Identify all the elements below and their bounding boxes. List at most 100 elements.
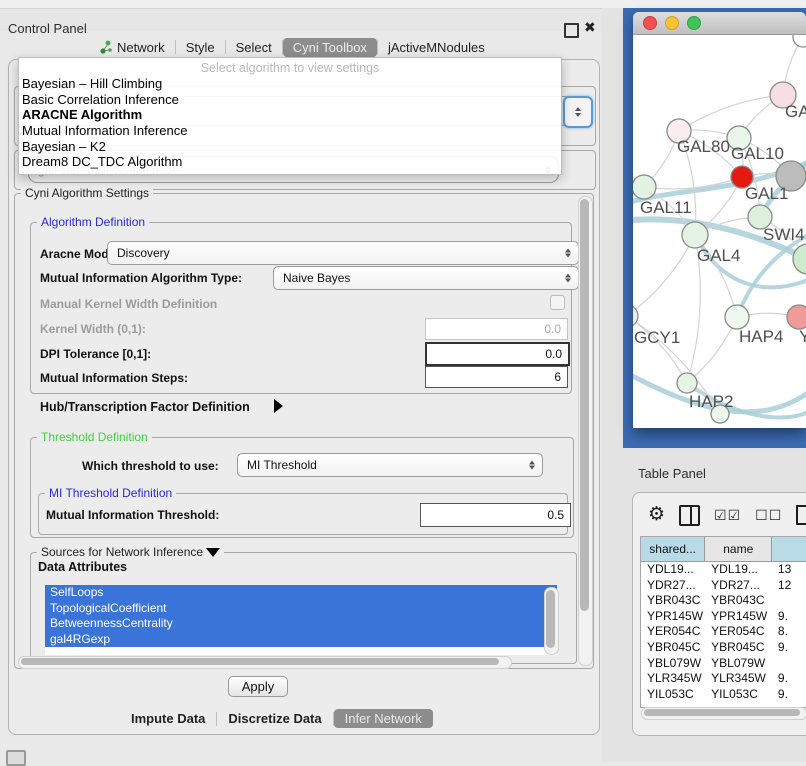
- gear-icon[interactable]: ⚙: [648, 505, 665, 525]
- close-icon[interactable]: ✖: [584, 19, 596, 36]
- dropdown-item[interactable]: Basic Correlation Inference: [19, 92, 561, 108]
- table-row[interactable]: YDL19...YDL19...13: [641, 562, 806, 578]
- tab-cyni-toolbox[interactable]: Cyni Toolbox: [283, 38, 377, 57]
- network-icon: [100, 40, 112, 54]
- table-row[interactable]: YPR145WYPR145W9.: [641, 609, 806, 625]
- table-cell: YIL053C: [641, 687, 705, 703]
- table-cell: YIL053C: [705, 687, 772, 703]
- table-cell: 8.: [772, 624, 806, 640]
- node-label: GCY1: [634, 328, 680, 347]
- settings-vertical-scrollbar[interactable]: [578, 196, 593, 666]
- expand-right-icon[interactable]: [274, 399, 283, 413]
- mi-threshold-field[interactable]: 0.5: [420, 503, 571, 527]
- apply-button[interactable]: Apply: [228, 676, 288, 697]
- network-window-titlebar[interactable]: [633, 12, 806, 35]
- table-cell: YBR045C: [705, 640, 772, 656]
- data-attributes-list[interactable]: SelfLoopsTopologicalCoefficientBetweenne…: [45, 585, 557, 655]
- select-all-checkboxes-icon[interactable]: ☑☑: [714, 507, 741, 524]
- table-cell: YDL19...: [641, 562, 705, 578]
- algorithm-definition-legend: Algorithm Definition: [37, 215, 149, 229]
- tab-select[interactable]: Select: [226, 38, 282, 57]
- deselect-all-checkboxes-icon[interactable]: ☐☐: [755, 507, 782, 524]
- minimize-traffic-icon[interactable]: [665, 16, 679, 30]
- bottom-tab-discretize-data[interactable]: Discretize Data: [217, 709, 332, 728]
- column-header[interactable]: shared...: [641, 537, 705, 561]
- manual-kernel-label: Manual Kernel Width Definition: [40, 297, 217, 311]
- column-header[interactable]: [772, 537, 806, 561]
- attribute-list-item[interactable]: TopologicalCoefficient: [45, 601, 557, 617]
- mi-steps-field[interactable]: 6: [425, 366, 568, 388]
- dpi-tolerance-value: 0.0: [545, 347, 562, 361]
- dropdown-item[interactable]: Mutual Information Inference: [19, 123, 561, 139]
- bottom-tab-infer-network[interactable]: Infer Network: [334, 709, 433, 728]
- network-node-hap2[interactable]: [677, 373, 697, 393]
- table-panel-toolbar: ⚙ ☑☑ ☐☐: [648, 503, 806, 527]
- bottom-tab-impute-data[interactable]: Impute Data: [120, 709, 216, 728]
- list-vertical-scrollbar[interactable]: [544, 587, 559, 655]
- network-edge[interactable]: [679, 95, 783, 131]
- new-table-icon[interactable]: [796, 505, 806, 525]
- float-panel-icon[interactable]: [564, 23, 579, 38]
- network-node[interactable]: [793, 35, 806, 47]
- node-table[interactable]: shared...name YDL19...YDL19...13YDR27...…: [640, 536, 806, 708]
- network-node-gal11[interactable]: [633, 175, 656, 199]
- mi-threshold-legend: MI Threshold Definition: [45, 486, 176, 500]
- network-view-window[interactable]: GALGAL80GAL10GAL1GAL11SWI4GAL4GCY1HAP4YH…: [633, 12, 806, 428]
- table-row[interactable]: YIL053CYIL053C9.: [641, 687, 806, 703]
- network-node-gal4[interactable]: [682, 222, 708, 248]
- tab-jactivemnodules[interactable]: jActiveMNodules: [378, 38, 495, 57]
- kernel-width-field[interactable]: 0.0: [425, 318, 568, 340]
- close-traffic-icon[interactable]: [643, 16, 657, 30]
- mi-threshold-value: 0.5: [547, 508, 564, 522]
- aracne-mode-combo[interactable]: Discovery: [107, 241, 579, 265]
- dropdown-item[interactable]: ARACNE Algorithm: [19, 107, 561, 123]
- table-horizontal-scrollbar[interactable]: [641, 707, 806, 720]
- network-node-y[interactable]: [787, 305, 806, 329]
- node-label: Y: [799, 327, 806, 346]
- network-canvas[interactable]: GALGAL80GAL10GAL1GAL11SWI4GAL4GCY1HAP4YH…: [633, 35, 806, 428]
- table-row[interactable]: YBR043CYBR043C: [641, 593, 806, 609]
- table-row[interactable]: YDR27...YDR27...12: [641, 578, 806, 594]
- dropdown-item[interactable]: Bayesian – K2: [19, 139, 561, 155]
- hub-definition-label[interactable]: Hub/Transcription Factor Definition: [40, 400, 250, 414]
- table-header-row[interactable]: shared...name: [641, 537, 806, 562]
- collapse-down-icon[interactable]: [206, 548, 220, 557]
- algorithm-combo-spinner[interactable]: [563, 96, 593, 128]
- network-node[interactable]: [793, 244, 806, 274]
- manual-kernel-checkbox[interactable]: [550, 295, 565, 310]
- spinner-down-icon: [575, 113, 581, 117]
- dropdown-item[interactable]: Dream8 DC_TDC Algorithm: [19, 154, 561, 170]
- node-label: GAL4: [697, 246, 740, 265]
- table-cell: YDR27...: [705, 578, 772, 594]
- tab-style[interactable]: Style: [176, 38, 225, 57]
- which-threshold-combo[interactable]: MI Threshold: [237, 453, 543, 477]
- table-cell: YLR345W: [705, 671, 772, 687]
- columns-icon[interactable]: [679, 505, 700, 526]
- attribute-list-item[interactable]: BetweennessCentrality: [45, 616, 557, 632]
- tab-network[interactable]: Network: [90, 38, 175, 57]
- network-edge[interactable]: [633, 235, 695, 316]
- network-node-hap4[interactable]: [725, 305, 749, 329]
- minimized-panel-icon[interactable]: [6, 750, 26, 766]
- mi-type-value: Naive Bayes: [283, 271, 350, 285]
- which-threshold-value: MI Threshold: [247, 458, 317, 472]
- control-panel-title: Control Panel: [8, 21, 87, 36]
- table-panel-title: Table Panel: [638, 466, 706, 481]
- attribute-list-item[interactable]: SelfLoops: [45, 585, 557, 601]
- which-threshold-label: Which threshold to use:: [82, 459, 219, 473]
- mi-type-combo[interactable]: Naive Bayes: [273, 266, 579, 290]
- zoom-traffic-icon[interactable]: [687, 16, 701, 30]
- table-cell: YBL079W: [705, 656, 772, 672]
- table-cell: YPR145W: [705, 609, 772, 625]
- table-row[interactable]: YBL079WYBL079W: [641, 656, 806, 672]
- node-label: GAL: [785, 102, 806, 121]
- dpi-tolerance-field[interactable]: 0.0: [425, 342, 570, 366]
- attribute-list-item[interactable]: gal4RGexp: [45, 632, 557, 648]
- table-row[interactable]: YER054CYER054C8.: [641, 624, 806, 640]
- table-row[interactable]: YBR045CYBR045C9.: [641, 640, 806, 656]
- table-row[interactable]: YLR345WYLR345W9.: [641, 671, 806, 687]
- column-header[interactable]: name: [705, 537, 772, 561]
- control-panel-tabbar: NetworkStyleSelectCyni ToolboxjActiveMNo…: [90, 36, 495, 58]
- dropdown-item[interactable]: Bayesian – Hill Climbing: [19, 76, 561, 92]
- settings-horizontal-scrollbar[interactable]: [18, 656, 512, 669]
